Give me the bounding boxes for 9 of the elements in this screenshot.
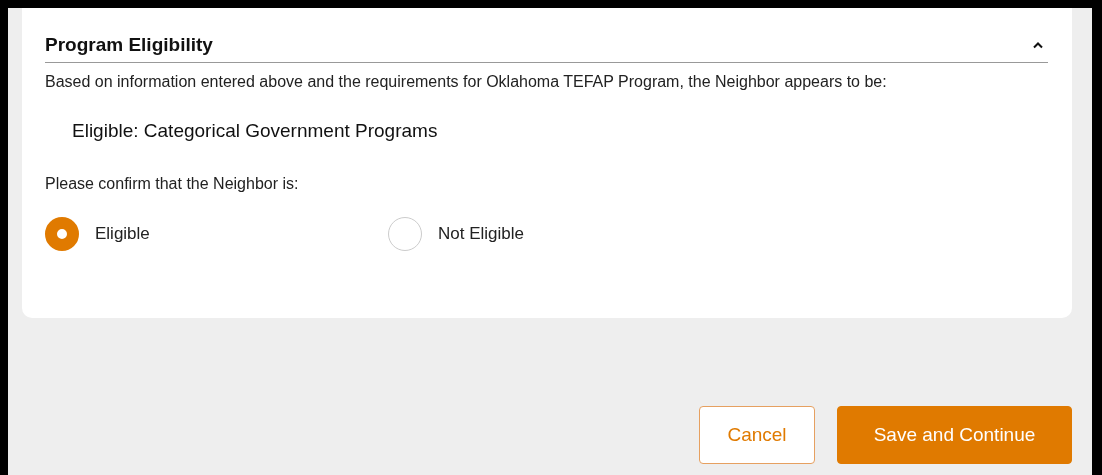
- radio-button[interactable]: [388, 217, 422, 251]
- radio-label[interactable]: Not Eligible: [438, 224, 524, 244]
- radio-label[interactable]: Eligible: [95, 224, 150, 244]
- confirm-prompt: Please confirm that the Neighbor is:: [45, 175, 300, 193]
- section-title: Program Eligibility: [45, 34, 213, 56]
- chevron-icon[interactable]: [1032, 41, 1044, 49]
- description-text: Based on information entered above and the requirements for Oklahoma TEFAP Program, the Neighbor appears to be:: [45, 73, 888, 90]
- eligibility-result: Eligible: Categorical Government Programs: [72, 120, 439, 142]
- radio-button[interactable]: [45, 217, 79, 251]
